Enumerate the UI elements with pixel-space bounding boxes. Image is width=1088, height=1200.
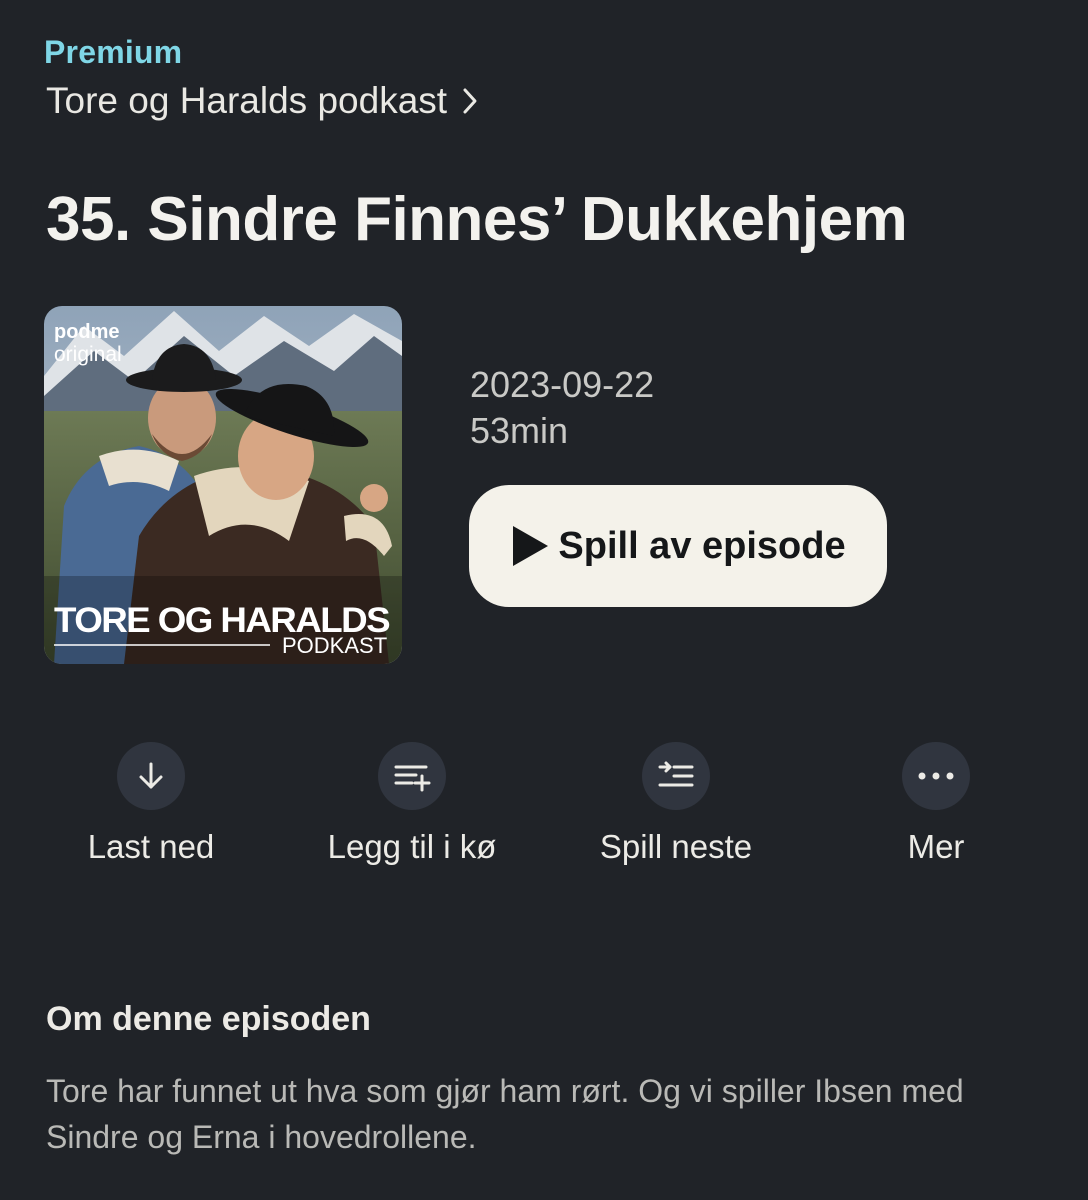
download-button[interactable]: Last ned <box>21 742 281 866</box>
add-to-queue-icon <box>378 742 446 810</box>
podcast-cover-art: podme original TORE OG HARALDS PODKAST <box>44 306 402 664</box>
play-episode-label: Spill av episode <box>558 524 846 567</box>
download-label: Last ned <box>87 828 215 865</box>
play-episode-button[interactable]: Spill av episode <box>469 485 887 607</box>
add-to-queue-label: Legg til i kø <box>327 828 497 865</box>
more-label: Mer <box>907 828 965 865</box>
podcast-name: Tore og Haralds podkast <box>46 80 448 121</box>
episode-duration: 53min <box>470 410 569 451</box>
play-next-button[interactable]: Spill neste <box>546 742 806 866</box>
chevron-right-icon <box>461 86 479 116</box>
play-next-label: Spill neste <box>599 828 753 865</box>
podcast-link[interactable]: Tore og Haralds podkast <box>46 80 479 122</box>
download-icon <box>117 742 185 810</box>
cover-brand-original: original <box>54 343 122 366</box>
episode-date: 2023-09-22 <box>470 364 655 405</box>
cover-brand-podme: podme <box>54 321 120 343</box>
episode-description: Tore har funnet ut hva som gjør ham rørt… <box>46 1073 964 1155</box>
episode-actions: Last ned Legg til i kø Spill neste Mer <box>0 742 1088 882</box>
more-icon <box>902 742 970 810</box>
play-next-icon <box>642 742 710 810</box>
episode-title: 35. Sindre Finnes’ Dukkehjem <box>46 185 908 254</box>
cover-show-subtitle: PODKAST <box>282 633 387 658</box>
premium-badge: Premium <box>44 34 183 70</box>
play-icon <box>510 524 550 568</box>
more-button[interactable]: Mer <box>806 742 1066 866</box>
about-heading: Om denne episoden <box>46 1000 371 1038</box>
add-to-queue-button[interactable]: Legg til i kø <box>282 742 542 866</box>
